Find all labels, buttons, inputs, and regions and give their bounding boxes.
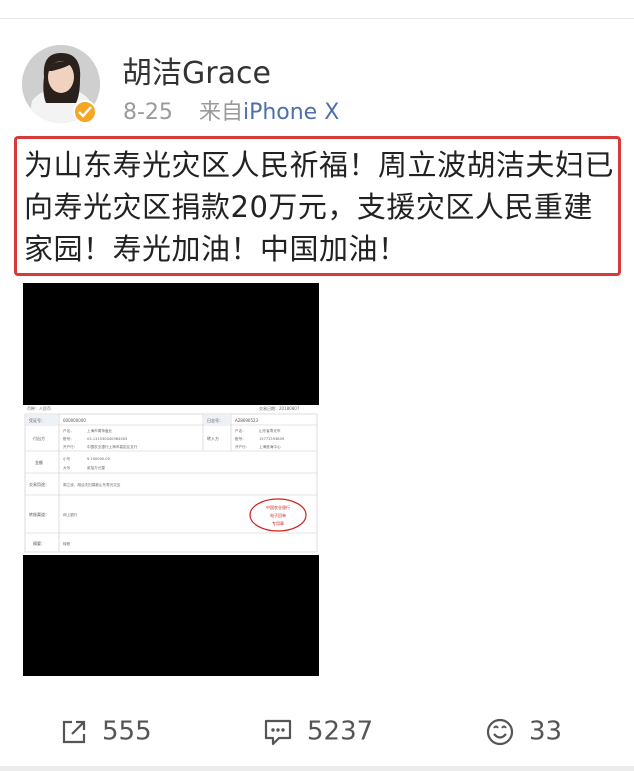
receipt-amount-label: 金额 xyxy=(35,459,43,465)
receipt-payee-bank: 上海淮海中心 xyxy=(259,444,281,449)
like-icon xyxy=(486,718,514,745)
receipt-voucher-value: 000000000 xyxy=(63,418,86,423)
like-button[interactable]: 33 xyxy=(485,716,562,752)
receipt-purpose-label: 交易用途： xyxy=(29,481,49,487)
receipt-payer-acct: 03-131530040984363 xyxy=(87,437,127,441)
receipt-payee-name-key: 户名： xyxy=(235,428,246,433)
receipt-date: 交易日期：20180807 xyxy=(259,405,300,411)
receipt-payee-label: 转入方 xyxy=(207,435,219,441)
stamp-line-1: 中国农业银行 xyxy=(266,504,290,510)
post-meta: 8-25 来自iPhone X xyxy=(123,94,339,126)
receipt-log-value: A28690523 xyxy=(235,418,259,423)
top-divider xyxy=(0,18,634,19)
receipt-voucher-label: 凭证号： xyxy=(29,417,45,423)
post-image[interactable]: 币种：人民币 交易日期：20180807 凭证号： 000000000 日志号：… xyxy=(23,283,319,676)
receipt-channel: 网上银行 xyxy=(63,512,78,517)
repost-count: 555 xyxy=(102,716,152,747)
stamp-line-2: 电子回单 xyxy=(270,512,286,518)
receipt-channel-label: 转账渠道： xyxy=(29,511,49,517)
post-date: 8-25 xyxy=(123,100,173,125)
receipt-payer-label: 付出方 xyxy=(33,435,45,441)
receipt-payer-name-key: 户名： xyxy=(63,428,74,433)
verified-badge-icon xyxy=(73,100,97,124)
bottom-divider xyxy=(0,766,634,771)
receipt-payee-name: 山东省寿光市 xyxy=(259,428,281,433)
receipt-note-label: 摘要： xyxy=(33,540,45,546)
receipt-amount-big: 贰拾万元整 xyxy=(87,465,105,470)
post-source[interactable]: iPhone X xyxy=(243,100,339,125)
receipt-payer-bank-key: 开户行： xyxy=(63,444,77,449)
bank-stamp: 中国农业银行 电子回单 专用章 xyxy=(249,498,307,532)
repost-icon xyxy=(62,720,86,743)
like-count: 33 xyxy=(529,716,563,747)
receipt-payer-bank: 中国农业银行上海市嘉定区支行 xyxy=(87,444,138,449)
receipt-payee-acct-key: 账号： xyxy=(235,436,246,441)
post-text: 为山东寿光灾区人民祈福！周立波胡洁夫妇已向寿光灾区捐款20万元，支援灾区人民重建… xyxy=(24,148,615,266)
receipt-purpose: 周立波、胡洁夫妇捐款山东寿光灾区 xyxy=(63,482,121,487)
comment-icon xyxy=(264,719,292,745)
stamp-line-3: 专用章 xyxy=(272,520,284,526)
receipt-amount-small: ¥ 200000.00 xyxy=(87,457,111,461)
repost-button[interactable]: 555 xyxy=(60,716,152,752)
receipt-payee-bank-key: 开户行： xyxy=(235,444,249,449)
receipt-payer-name: 上海市周萍鑫业 xyxy=(87,428,113,433)
comment-button[interactable]: 5237 xyxy=(263,716,373,752)
receipt-amount-big-key: 大写 xyxy=(63,465,71,470)
post-from-label: 来自 xyxy=(198,100,243,125)
receipt-currency: 币种：人民币 xyxy=(27,405,51,411)
receipt-log-label: 日志号： xyxy=(207,417,223,423)
bank-receipt: 币种：人民币 交易日期：20180807 凭证号： 000000000 日志号：… xyxy=(23,405,319,555)
username[interactable]: 胡洁Grace xyxy=(122,48,271,92)
receipt-amount-small-key: 小写 xyxy=(63,456,71,461)
receipt-payer-acct-key: 账号： xyxy=(63,436,74,441)
comment-count: 5237 xyxy=(307,716,374,747)
receipt-payee-acct: 15771593809 xyxy=(259,437,285,441)
receipt-note: 转账 xyxy=(63,541,71,546)
